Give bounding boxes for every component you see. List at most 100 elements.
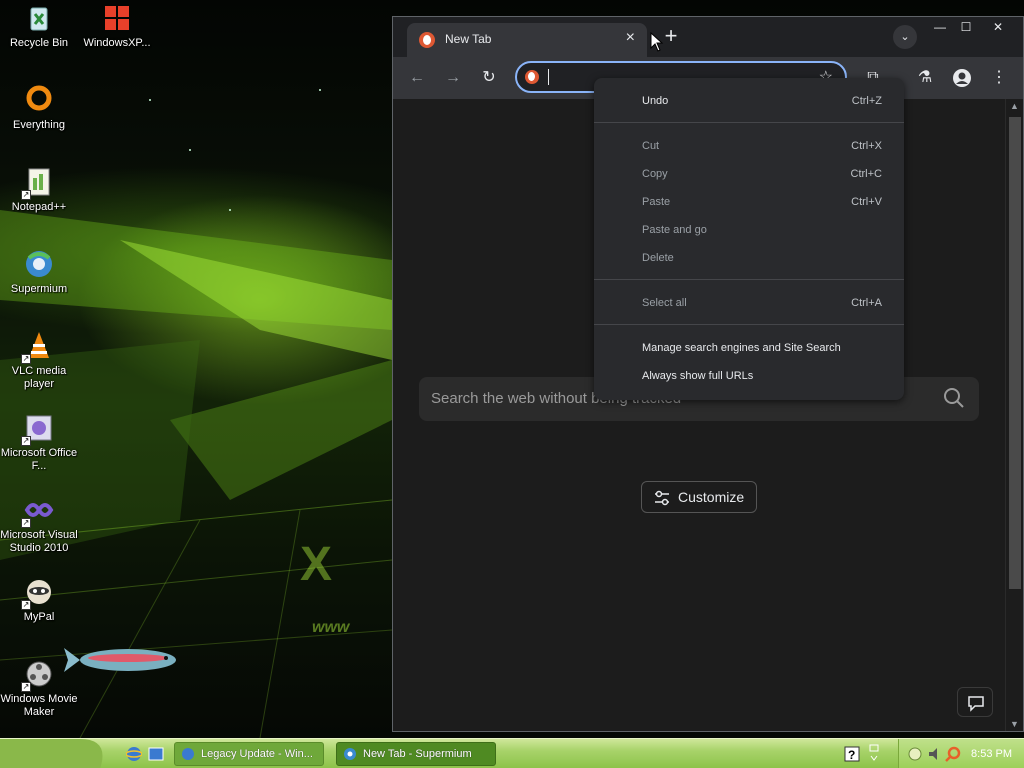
desktop-icon-ms-office[interactable]: ↗ Microsoft Office F... bbox=[0, 412, 78, 473]
ms-office-icon: ↗ bbox=[21, 412, 55, 446]
film-reel-icon: ↗ bbox=[21, 658, 55, 692]
visual-studio-icon: ↗ bbox=[21, 494, 55, 528]
duckduckgo-favicon-icon bbox=[419, 32, 435, 48]
help-icon[interactable]: ? bbox=[844, 746, 860, 762]
desktop-icon-vlc[interactable]: ↗ VLC media player bbox=[0, 330, 78, 391]
scroll-up-arrow-icon[interactable]: ▲ bbox=[1010, 101, 1019, 111]
supermium-icon bbox=[344, 748, 356, 760]
menu-item-paste[interactable]: Paste Ctrl+V bbox=[594, 188, 904, 216]
menu-item-label: Manage search engines and Site Search bbox=[642, 342, 841, 354]
recycle-bin-icon bbox=[23, 2, 55, 34]
tab-close-icon[interactable]: × bbox=[626, 29, 635, 47]
text-caret bbox=[548, 69, 549, 85]
menu-item-delete[interactable]: Delete bbox=[594, 244, 904, 272]
reload-icon[interactable]: ↻ bbox=[477, 66, 501, 90]
taskbar-button-label: Legacy Update - Win... bbox=[201, 748, 313, 760]
menu-item-always-show-full-urls[interactable]: Always show full URLs bbox=[594, 362, 904, 390]
menu-item-undo[interactable]: Undo Ctrl+Z bbox=[594, 87, 904, 115]
customize-label: Customize bbox=[678, 489, 745, 505]
desktop-icon-label: Supermium bbox=[10, 283, 68, 295]
svg-text:www: www bbox=[312, 619, 351, 636]
desktop-icon-label: MyPal bbox=[23, 611, 55, 623]
feedback-button[interactable] bbox=[957, 687, 993, 717]
search-tray-icon[interactable] bbox=[945, 746, 961, 762]
desktop-icon-label: Notepad++ bbox=[11, 201, 67, 213]
menu-item-copy[interactable]: Copy Ctrl+C bbox=[594, 160, 904, 188]
menu-item-label: Copy bbox=[642, 168, 668, 180]
forward-arrow-icon[interactable]: → bbox=[441, 66, 465, 90]
taskbar-button-label: New Tab - Supermium bbox=[363, 748, 472, 760]
menu-item-label: Always show full URLs bbox=[642, 370, 754, 382]
scrollbar-thumb[interactable] bbox=[1009, 117, 1021, 589]
menu-item-manage-search-engines[interactable]: Manage search engines and Site Search bbox=[594, 334, 904, 362]
menu-item-select-all[interactable]: Select all Ctrl+A bbox=[594, 289, 904, 317]
maximize-button[interactable]: ☐ bbox=[953, 19, 979, 37]
close-window-button[interactable]: ✕ bbox=[985, 19, 1011, 37]
svg-text:X: X bbox=[300, 538, 332, 591]
desktop-icon-notepadpp[interactable]: ↗ Notepad++ bbox=[0, 166, 78, 214]
scroll-down-arrow-icon[interactable]: ▼ bbox=[1010, 719, 1019, 729]
back-arrow-icon[interactable]: ← bbox=[405, 66, 429, 90]
taskbar-clock[interactable]: 8:53 PM bbox=[971, 748, 1012, 760]
shortcut-arrow-icon: ↗ bbox=[21, 518, 31, 528]
desktop-icon-everything[interactable]: Everything bbox=[0, 84, 78, 132]
start-button[interactable] bbox=[0, 739, 110, 768]
desktop-icon-recycle-bin[interactable]: Recycle Bin bbox=[0, 2, 78, 50]
shortcut-arrow-icon: ↗ bbox=[21, 682, 31, 692]
shortcut-arrow-icon: ↗ bbox=[21, 436, 31, 446]
sliders-icon bbox=[655, 490, 669, 506]
desktop-icon-mypal[interactable]: ↗ MyPal bbox=[0, 576, 78, 624]
menu-separator bbox=[594, 279, 904, 280]
desktop-icon-label: Recycle Bin bbox=[9, 37, 69, 49]
desktop-icon-movie-maker[interactable]: ↗ Windows Movie Maker bbox=[0, 658, 78, 719]
shortcut-arrow-icon: ↗ bbox=[21, 600, 31, 610]
menu-item-shortcut: Ctrl+A bbox=[851, 297, 882, 309]
menu-item-shortcut: Ctrl+X bbox=[851, 140, 882, 152]
menu-item-cut[interactable]: Cut Ctrl+X bbox=[594, 132, 904, 160]
windows-logo-icon bbox=[101, 2, 133, 34]
desktop-icon-visual-studio[interactable]: ↗ Microsoft Visual Studio 2010 bbox=[0, 494, 78, 555]
everything-search-icon bbox=[23, 84, 55, 116]
ie-quicklaunch-icon[interactable] bbox=[126, 746, 142, 762]
menu-separator bbox=[594, 324, 904, 325]
browser-menu-icon[interactable]: ⋮ bbox=[987, 66, 1011, 90]
desktop-icon-label: Everything bbox=[13, 119, 65, 131]
chat-bubble-icon bbox=[968, 696, 984, 712]
page-scrollbar[interactable]: ▲ ▼ bbox=[1005, 99, 1023, 731]
desktop-icon-supermium[interactable]: Supermium bbox=[0, 248, 78, 296]
menu-item-shortcut: Ctrl+C bbox=[850, 168, 882, 180]
search-icon[interactable] bbox=[943, 387, 965, 409]
speaker-tray-icon[interactable] bbox=[927, 746, 943, 762]
desktop-icon-windowsxp[interactable]: WindowsXP... bbox=[78, 2, 156, 50]
show-desktop-quicklaunch-icon[interactable] bbox=[148, 746, 164, 762]
desktop-icon-label: VLC media player bbox=[11, 365, 67, 390]
desktop-icon-label: Microsoft Office F... bbox=[0, 447, 78, 472]
menu-item-paste-and-go[interactable]: Paste and go bbox=[594, 216, 904, 244]
desktop-icon-label: Microsoft Visual Studio 2010 bbox=[0, 529, 78, 554]
shortcut-arrow-icon: ↗ bbox=[21, 354, 31, 364]
menu-separator bbox=[594, 122, 904, 123]
profile-avatar-icon[interactable] bbox=[950, 66, 974, 90]
tab-new-tab[interactable]: New Tab × bbox=[407, 23, 647, 57]
desktop-icon-label: WindowsXP... bbox=[83, 37, 151, 49]
duckduckgo-favicon-icon bbox=[525, 70, 539, 84]
network-tray-icon[interactable] bbox=[907, 746, 923, 762]
taskbar-button-supermium[interactable]: New Tab - Supermium bbox=[336, 742, 496, 766]
customize-button[interactable]: Customize bbox=[641, 481, 757, 513]
menu-item-label: Paste and go bbox=[642, 224, 707, 236]
taskbar-button-legacy-update[interactable]: Legacy Update - Win... bbox=[174, 742, 324, 766]
menu-item-label: Undo bbox=[642, 95, 669, 107]
labs-flask-icon[interactable]: ⚗ bbox=[913, 66, 937, 90]
tab-search-button[interactable]: ⌄ bbox=[893, 25, 917, 49]
context-menu: Undo Ctrl+Z Cut Ctrl+X Copy Ctrl+C Paste… bbox=[594, 78, 904, 400]
restore-windows-icon[interactable] bbox=[868, 744, 880, 764]
minimize-button[interactable]: — bbox=[927, 19, 953, 37]
system-tray: 8:53 PM bbox=[898, 739, 1024, 768]
menu-item-label: Paste bbox=[642, 196, 671, 208]
menu-item-shortcut: Ctrl+Z bbox=[851, 95, 882, 107]
mypal-raccoon-icon: ↗ bbox=[21, 576, 55, 610]
menu-item-label: Cut bbox=[642, 140, 660, 152]
svg-text:?: ? bbox=[848, 748, 855, 762]
tab-title: New Tab bbox=[445, 32, 492, 46]
supermium-icon bbox=[23, 248, 55, 280]
